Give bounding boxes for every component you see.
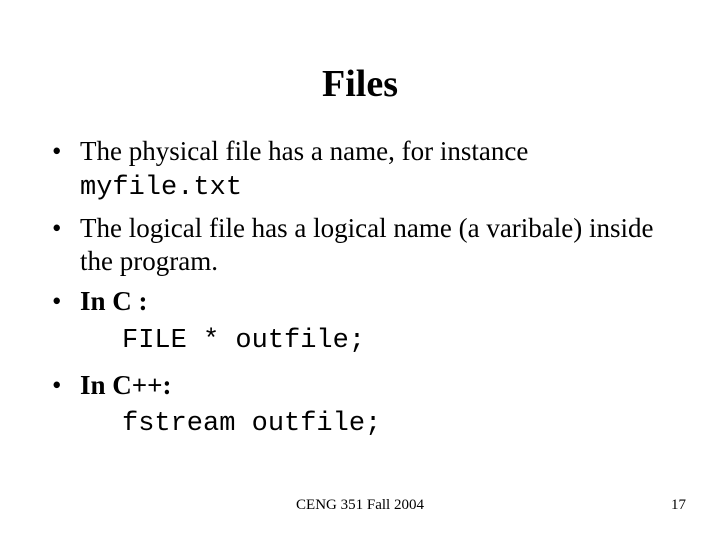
slide-body: The physical file has a name, for instan… xyxy=(52,135,668,452)
code-c: FILE * outfile; xyxy=(52,325,668,359)
bullet-in-cpp: In C++: xyxy=(52,369,668,403)
bullet-list: The physical file has a name, for instan… xyxy=(52,135,668,319)
bullet-text: The logical file has a logical name (a v… xyxy=(80,213,654,277)
code-cpp: fstream outfile; xyxy=(52,408,668,442)
bullet-in-c: In C : xyxy=(52,285,668,319)
bullet-physical-file: The physical file has a name, for instan… xyxy=(52,135,668,206)
bullet-text: In C++: xyxy=(80,370,172,400)
page-number: 17 xyxy=(671,497,686,514)
bullet-list-2: In C++: xyxy=(52,369,668,403)
bullet-logical-file: The logical file has a logical name (a v… xyxy=(52,212,668,280)
slide-title: Files xyxy=(0,62,720,106)
filename-code: myfile.txt xyxy=(80,173,242,203)
bullet-text: The physical file has a name, for instan… xyxy=(80,136,528,166)
slide: Files The physical file has a name, for … xyxy=(0,0,720,540)
footer-center: CENG 351 Fall 2004 xyxy=(0,497,720,514)
bullet-text: In C : xyxy=(80,286,148,316)
